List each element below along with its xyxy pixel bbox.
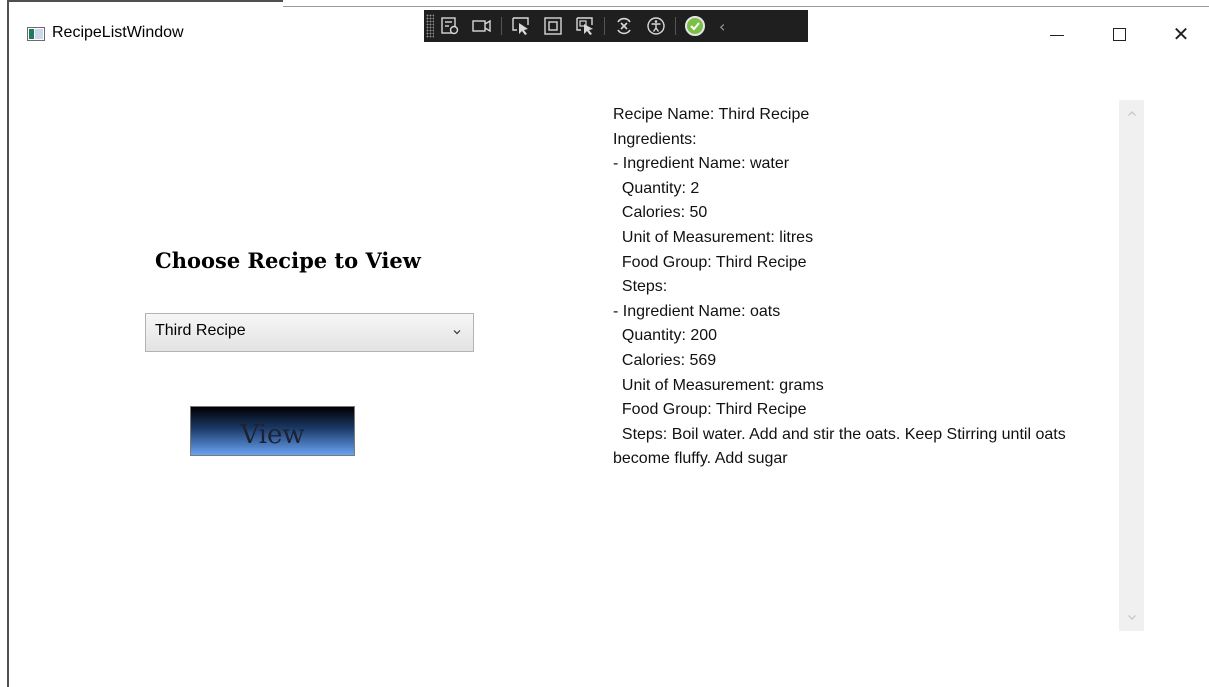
scroll-up-button[interactable] bbox=[1119, 100, 1144, 128]
choose-recipe-heading: Choose Recipe to View bbox=[155, 248, 421, 273]
track-focus-icon[interactable] bbox=[572, 13, 598, 39]
toolbar-separator bbox=[604, 17, 605, 35]
recipe-details-text[interactable]: Recipe Name: Third Recipe Ingredients: - I… bbox=[613, 103, 1103, 472]
collapse-toolbar-icon[interactable]: ‹ bbox=[719, 17, 725, 36]
display-layout-adorners-icon[interactable] bbox=[540, 13, 566, 39]
chevron-up-icon bbox=[1127, 111, 1136, 116]
view-button[interactable]: View bbox=[190, 406, 355, 456]
close-button[interactable]: ✕ bbox=[1161, 20, 1201, 48]
binding-ok-icon[interactable] bbox=[682, 13, 708, 39]
scroll-down-button[interactable] bbox=[1119, 603, 1144, 631]
recipe-detail-line: - Ingredient Name: water bbox=[613, 155, 790, 173]
recipe-details-lines: Recipe Name: Third Recipe Ingredients: - I… bbox=[613, 103, 1103, 423]
window-frame-left bbox=[7, 0, 9, 687]
recipe-detail-line: Quantity: 200 bbox=[613, 327, 718, 345]
recipe-detail-line: Food Group: Third Recipe bbox=[613, 401, 807, 419]
recipe-select[interactable]: Third Recipe bbox=[145, 313, 474, 352]
chevron-down-icon bbox=[1127, 615, 1136, 620]
recipe-detail-line: Steps: bbox=[613, 278, 668, 296]
toolbar-separator bbox=[675, 17, 676, 35]
recipe-detail-line: Recipe Name: Third Recipe bbox=[613, 106, 810, 123]
window-frame-top-line bbox=[283, 6, 1209, 7]
recipe-select-value: Third Recipe bbox=[155, 322, 246, 339]
debug-toolbar: ‹ bbox=[424, 10, 808, 42]
recipe-detail-line: Unit of Measurement: grams bbox=[613, 376, 824, 394]
accessibility-icon[interactable] bbox=[643, 13, 669, 39]
maximize-icon bbox=[1112, 27, 1126, 41]
maximize-button[interactable] bbox=[1099, 20, 1139, 48]
toolbar-separator bbox=[501, 17, 502, 35]
record-icon[interactable] bbox=[469, 13, 495, 39]
recipe-steps-text: Steps: Boil water. Add and stir the oats… bbox=[613, 425, 1071, 468]
toolbar-grip-icon[interactable] bbox=[426, 14, 434, 38]
recipe-detail-line: Calories: 50 bbox=[613, 204, 708, 222]
recipe-detail-line: Ingredients: bbox=[613, 130, 697, 148]
vertical-scrollbar[interactable] bbox=[1119, 100, 1144, 631]
view-button-label: View bbox=[240, 420, 305, 450]
window-frame-top bbox=[7, 0, 283, 2]
recipe-detail-line: Calories: 569 bbox=[613, 351, 717, 369]
chevron-down-icon bbox=[453, 330, 461, 335]
recipe-detail-line: Unit of Measurement: litres bbox=[613, 228, 814, 246]
hot-reload-icon[interactable] bbox=[611, 13, 637, 39]
live-visual-tree-icon[interactable] bbox=[437, 13, 463, 39]
close-icon: ✕ bbox=[1172, 22, 1190, 46]
minimize-icon bbox=[1050, 34, 1064, 36]
recipe-detail-line: - Ingredient Name: oats bbox=[613, 302, 781, 320]
minimize-button[interactable] bbox=[1037, 20, 1077, 48]
recipe-detail-line: Quantity: 2 bbox=[613, 179, 700, 197]
window-title: RecipeListWindow bbox=[52, 24, 184, 41]
select-element-icon[interactable] bbox=[508, 13, 534, 39]
recipe-detail-line: Food Group: Third Recipe bbox=[613, 253, 807, 271]
app-window-icon bbox=[27, 27, 45, 41]
